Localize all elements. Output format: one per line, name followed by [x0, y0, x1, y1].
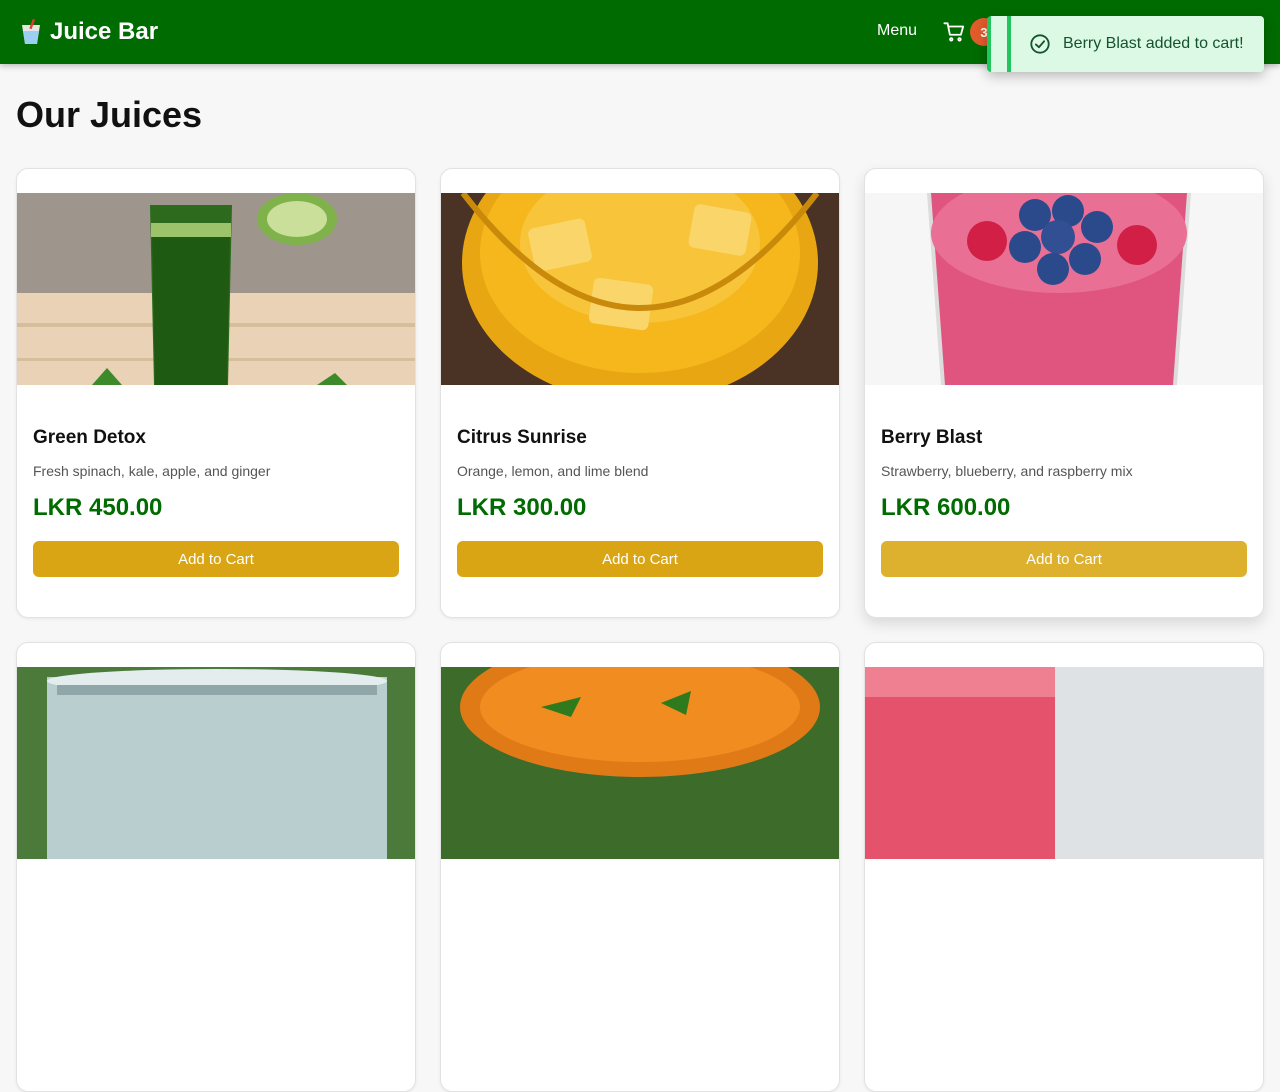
product-card: Berry Blast Strawberry, blueberry, and r… — [864, 168, 1264, 618]
page-title: Our Juices — [16, 94, 203, 135]
product-price: LKR 450.00 — [33, 494, 163, 521]
product-description: Strawberry, blueberry, and raspberry mix — [881, 463, 1133, 479]
brand-logo[interactable]: Juice Bar — [20, 18, 158, 46]
nav-menu-link[interactable]: Menu — [877, 22, 917, 40]
product-description: Orange, lemon, and lime blend — [457, 463, 649, 479]
product-card: Citrus Sunrise Orange, lemon, and lime b… — [440, 168, 840, 618]
product-image — [441, 193, 839, 385]
product-description: Fresh spinach, kale, apple, and ginger — [33, 463, 271, 479]
product-card — [864, 642, 1264, 1092]
product-card: Green Detox Fresh spinach, kale, apple, … — [16, 168, 416, 618]
juice-cup-icon — [22, 19, 40, 44]
product-image — [865, 193, 1263, 385]
check-circle-icon — [1030, 34, 1050, 54]
toast-notification[interactable]: Berry Blast added to cart! — [987, 16, 1264, 72]
add-to-cart-button[interactable]: Add to Cart — [457, 541, 823, 577]
product-card — [16, 642, 416, 1092]
product-name: Berry Blast — [881, 427, 983, 448]
cart-icon[interactable] — [943, 21, 965, 43]
product-price: LKR 600.00 — [881, 494, 1011, 521]
toast-content: Berry Blast added to cart! — [1007, 16, 1264, 72]
product-name: Green Detox — [33, 427, 146, 448]
product-image — [17, 667, 415, 859]
brand-name: Juice Bar — [50, 18, 159, 45]
product-image — [441, 667, 839, 859]
product-name: Citrus Sunrise — [457, 427, 587, 448]
product-price: LKR 300.00 — [457, 494, 587, 521]
add-to-cart-button[interactable]: Add to Cart — [881, 541, 1247, 577]
toast-message: Berry Blast added to cart! — [1063, 35, 1244, 52]
product-image — [17, 193, 415, 385]
product-card — [440, 642, 840, 1092]
add-to-cart-button[interactable]: Add to Cart — [33, 541, 399, 577]
product-image — [865, 667, 1263, 859]
